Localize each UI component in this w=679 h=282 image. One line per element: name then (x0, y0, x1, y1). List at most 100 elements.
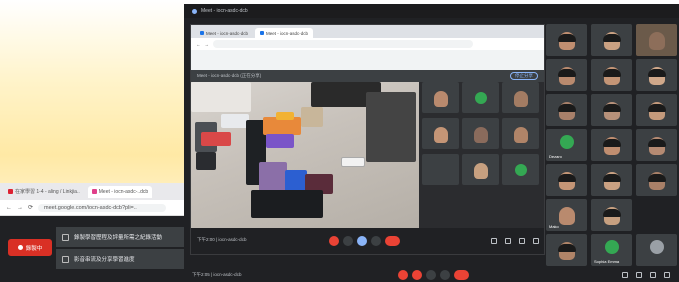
participant-tile[interactable] (636, 94, 677, 126)
info-icon[interactable] (491, 238, 497, 244)
end-call-button[interactable] (454, 270, 469, 280)
present-button[interactable] (357, 236, 367, 246)
mic-off-button[interactable] (398, 270, 408, 280)
info-icon[interactable] (622, 272, 628, 278)
record-label: 錄製中 (25, 245, 43, 252)
avatar (604, 239, 619, 254)
participant-tile[interactable]: Dezaro (546, 129, 587, 161)
more-options-button[interactable] (440, 270, 450, 280)
participant-tile[interactable] (636, 59, 677, 91)
participant-tile[interactable] (462, 154, 499, 185)
end-call-button[interactable] (385, 236, 400, 246)
hover-controls-icon[interactable] (341, 157, 365, 167)
avatar (559, 134, 574, 149)
stop-share-button[interactable]: 停止分享 (510, 72, 538, 80)
tab-label: Meet - iocn-asdc-dcb (266, 30, 309, 36)
tab-favicon-icon (200, 31, 204, 35)
menu-item-label: 錄製學習歷程及評量所需之紀錄活動 (74, 235, 163, 241)
participant-grid: Dezaro Mako Sophia Emma (546, 24, 679, 267)
participant-tile[interactable] (422, 154, 459, 185)
address-field[interactable] (213, 40, 473, 48)
participant-tile[interactable]: Mako (546, 199, 587, 231)
shared-tab-bar: Meet - iocn-asdc-dcb Meet - iocn-asdc-dc… (191, 25, 544, 38)
background-tab[interactable]: 在家學習 1-4 - aling / Linkjia.. (4, 186, 84, 198)
participant-hair (557, 243, 576, 252)
participant-tile[interactable] (591, 199, 632, 231)
activities-icon[interactable] (533, 238, 539, 244)
participant-tile[interactable] (636, 129, 677, 161)
participant-face (473, 127, 488, 144)
shared-tab[interactable]: Meet - iocn-asdc-dcb (195, 28, 253, 38)
participant-hair (557, 173, 576, 182)
meet-logo-icon (192, 8, 197, 14)
block (251, 190, 323, 218)
reload-icon[interactable]: ⟳ (28, 204, 33, 211)
window-titlebar: Meet - iocn-asdc-dcb (184, 4, 679, 18)
chat-icon[interactable] (650, 272, 656, 278)
tab-label: Meet - iocn-asdc-..dcb (98, 188, 149, 195)
participant-hair (647, 173, 666, 182)
participant-tile[interactable] (546, 164, 587, 196)
back-icon[interactable]: ← (6, 205, 12, 211)
participant-tile[interactable] (636, 164, 677, 196)
participant-tile[interactable] (546, 24, 587, 56)
avatar (514, 163, 527, 176)
back-icon[interactable]: ← (196, 42, 201, 47)
participant-tile[interactable] (591, 24, 632, 56)
camera-off-button[interactable] (412, 270, 422, 280)
participant-tile[interactable] (636, 234, 677, 266)
participant-hair (602, 33, 621, 42)
people-icon[interactable] (505, 238, 511, 244)
participant-hair (557, 68, 576, 77)
activity-menu-item[interactable]: 錄製學習歷程及評量所需之紀錄活動 (56, 227, 184, 247)
forward-icon[interactable]: → (205, 42, 210, 47)
participant-face (513, 91, 528, 108)
participant-tile[interactable] (546, 94, 587, 126)
participant-tile[interactable] (502, 118, 539, 149)
activity-menu-item[interactable]: 影音串流及分享學習進度 (56, 249, 184, 269)
menu-item-icon (62, 255, 69, 263)
participant-hair (557, 33, 576, 42)
forward-icon[interactable]: → (17, 205, 23, 211)
participant-hair (647, 138, 666, 147)
activities-icon[interactable] (664, 272, 670, 278)
more-options-button[interactable] (371, 236, 381, 246)
chat-icon[interactable] (519, 238, 525, 244)
shared-tab-active[interactable]: Meet - iocn-asdc-dcb (255, 28, 314, 38)
participant-tile[interactable] (591, 94, 632, 126)
people-icon[interactable] (636, 272, 642, 278)
participant-tile[interactable] (546, 59, 587, 91)
meet-window: Meet - iocn-asdc-dcb Meet - iocn-asdc-dc… (184, 4, 679, 282)
present-button[interactable] (426, 270, 436, 280)
background-wall (191, 82, 251, 112)
participant-tile[interactable] (591, 59, 632, 91)
background-tab-bar: 在家學習 1-4 - aling / Linkjia.. Meet - iocn… (0, 183, 184, 200)
shared-address-bar: ← → (191, 38, 544, 50)
block (266, 134, 294, 148)
background-tab-active[interactable]: Meet - iocn-asdc-..dcb (87, 185, 153, 198)
participant-tile[interactable] (422, 118, 459, 149)
block (276, 112, 294, 120)
block (201, 132, 231, 146)
avatar (474, 91, 487, 104)
record-button[interactable]: 錄製中 (8, 239, 52, 256)
block (196, 152, 216, 170)
participant-tile[interactable] (502, 154, 539, 185)
participant-tile[interactable] (462, 118, 499, 149)
participant-tile[interactable]: Sophia Emma (591, 234, 632, 266)
participant-tile[interactable] (591, 129, 632, 161)
participant-tile[interactable] (591, 164, 632, 196)
address-field[interactable]: meet.google.com/iocn-asdc-dcb?pli=.. (38, 203, 167, 212)
participant-name: Mako (549, 224, 559, 229)
participant-tile[interactable] (636, 24, 677, 56)
participant-tile[interactable] (502, 82, 539, 113)
participant-hair (602, 138, 621, 147)
menu-item-icon (62, 233, 69, 241)
participant-hair (602, 103, 621, 112)
tab-favicon-icon (260, 31, 265, 35)
participant-tile[interactable] (422, 82, 459, 113)
participant-tile[interactable] (462, 82, 499, 113)
participant-tile[interactable] (546, 234, 587, 266)
camera-button[interactable] (343, 236, 353, 246)
mic-off-button[interactable] (329, 236, 339, 246)
